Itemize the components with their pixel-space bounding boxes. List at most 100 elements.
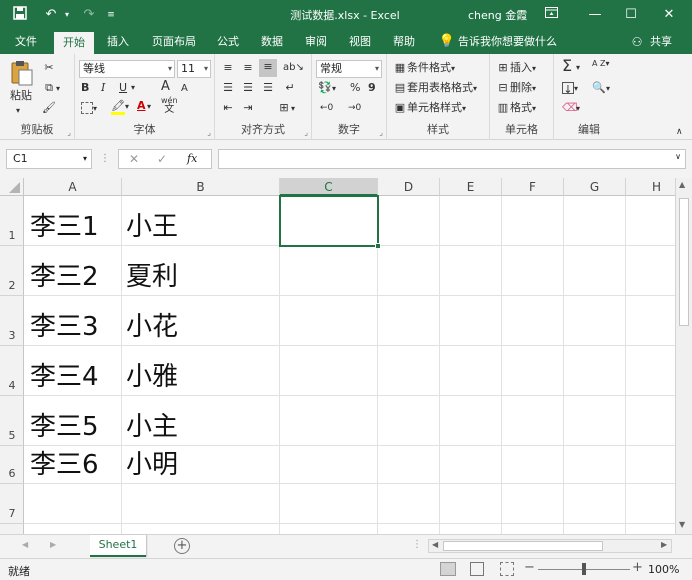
page-layout-view-icon[interactable] xyxy=(470,562,484,576)
merge-center-icon[interactable]: ⊞ ▾ xyxy=(277,100,295,117)
dialog-launcher-icon[interactable]: ⌟ xyxy=(207,128,211,137)
scroll-thumb[interactable] xyxy=(679,198,689,326)
cell-a2[interactable]: 李三2 xyxy=(30,262,99,292)
shrink-font-button[interactable]: A xyxy=(181,81,188,97)
row-header-5[interactable]: 5 xyxy=(0,396,24,446)
grow-font-button[interactable]: A xyxy=(161,79,170,95)
enter-icon[interactable]: ✓ xyxy=(157,152,167,166)
cell-b5[interactable]: 小主 xyxy=(126,412,178,442)
redo-icon[interactable]: ↷ xyxy=(78,6,100,24)
tab-view[interactable]: 视图 xyxy=(342,30,378,54)
column-header-c[interactable]: C xyxy=(280,178,378,196)
tab-data[interactable]: 数据 xyxy=(254,30,290,54)
insert-cells-button[interactable]: ⊞ 插入▾ xyxy=(496,60,536,77)
autosum-dropdown-icon[interactable]: ▾ xyxy=(576,60,580,76)
clear-icon[interactable]: ⌫▾ xyxy=(562,100,580,117)
name-box[interactable]: C1 ▾ xyxy=(6,149,92,169)
collapse-ribbon-icon[interactable]: ∧ xyxy=(676,124,683,140)
cell-a4[interactable]: 李三4 xyxy=(30,362,99,392)
customize-toolbar-icon[interactable]: ≡ xyxy=(104,6,118,24)
tab-file[interactable]: 文件 xyxy=(6,30,46,54)
wrap-orientation-icon[interactable]: ab↘ xyxy=(283,60,304,76)
paste-icon[interactable] xyxy=(10,60,34,86)
scroll-left-icon[interactable]: ◀ xyxy=(432,540,438,549)
user-name[interactable]: cheng 金霞 xyxy=(468,7,527,23)
zoom-slider-thumb[interactable] xyxy=(582,563,586,575)
share-button[interactable]: 共享 xyxy=(646,30,676,54)
scroll-down-icon[interactable]: ▼ xyxy=(679,520,685,529)
cell-a3[interactable]: 李三3 xyxy=(30,312,99,342)
zoom-in-button[interactable]: + xyxy=(632,560,643,575)
select-all-corner[interactable] xyxy=(0,178,24,196)
increase-indent-icon[interactable]: ⇥ xyxy=(241,100,255,116)
font-size-select[interactable]: 11 ▾ xyxy=(177,60,211,78)
phonetic-guide-button[interactable]: wén 文 xyxy=(161,96,178,115)
vertical-scrollbar[interactable]: ▲ ▼ xyxy=(675,178,692,534)
column-header-h[interactable]: H xyxy=(626,178,675,196)
column-header-f[interactable]: F xyxy=(502,178,564,196)
paste-button[interactable]: 粘贴 xyxy=(10,88,32,104)
next-sheet-icon[interactable]: ▶ xyxy=(50,540,56,549)
dialog-launcher-icon[interactable]: ⌟ xyxy=(379,128,383,137)
formula-input[interactable]: ∨ xyxy=(218,149,686,169)
undo-icon[interactable]: ↶ xyxy=(40,6,62,24)
h-scroll-thumb[interactable] xyxy=(443,541,603,551)
page-break-view-icon[interactable] xyxy=(500,562,514,576)
row-header-8[interactable] xyxy=(0,524,24,534)
increase-decimal-icon[interactable]: ←0 xyxy=(320,100,333,116)
cell-a5[interactable]: 李三5 xyxy=(30,412,99,442)
tell-me-search[interactable]: 告诉我你想要做什么 xyxy=(458,30,568,54)
decrease-indent-icon[interactable]: ⇤ xyxy=(221,100,235,116)
cell-a6[interactable]: 李三6 xyxy=(30,450,99,480)
conditional-formatting-button[interactable]: ▦ 条件格式▾ xyxy=(393,60,455,77)
row-header-3[interactable]: 3 xyxy=(0,296,24,346)
row-header-6[interactable]: 6 xyxy=(0,446,24,484)
font-color-button[interactable]: A xyxy=(137,98,146,114)
ribbon-display-icon[interactable] xyxy=(536,4,566,26)
horizontal-scrollbar[interactable]: ◀ ▶ xyxy=(428,539,672,553)
cancel-icon[interactable]: ✕ xyxy=(129,152,139,166)
minimize-icon[interactable]: — xyxy=(580,4,610,26)
format-as-table-button[interactable]: ▤ 套用表格格式▾ xyxy=(393,80,477,97)
cell-styles-button[interactable]: ▣ 单元格样式▾ xyxy=(393,100,466,117)
zoom-level[interactable]: 100% xyxy=(648,563,679,576)
decrease-decimal-icon[interactable]: →0 xyxy=(348,100,361,116)
cut-icon[interactable]: ✂ xyxy=(42,60,56,76)
column-header-b[interactable]: B xyxy=(122,178,280,196)
normal-view-icon[interactable] xyxy=(440,562,456,576)
format-cells-button[interactable]: ▥ 格式▾ xyxy=(496,100,536,117)
scroll-right-icon[interactable]: ▶ xyxy=(661,540,667,549)
tab-home[interactable]: 开始 xyxy=(54,32,94,54)
accounting-format-icon[interactable]: 💱▾ xyxy=(318,80,336,97)
cell-b4[interactable]: 小雅 xyxy=(126,362,178,392)
underline-button[interactable]: U xyxy=(119,80,127,96)
cell-b2[interactable]: 夏利 xyxy=(126,262,178,292)
align-left-icon[interactable]: ☰ xyxy=(221,80,235,96)
font-name-select[interactable]: 等线 ▾ xyxy=(79,60,175,78)
row-header-2[interactable]: 2 xyxy=(0,246,24,296)
autosum-button[interactable]: Σ xyxy=(562,58,572,74)
tab-formulas[interactable]: 公式 xyxy=(210,30,246,54)
wrap-text-icon[interactable]: ↵ xyxy=(283,80,297,96)
save-icon[interactable] xyxy=(10,6,30,24)
format-painter-icon[interactable]: 🖌 xyxy=(42,100,56,116)
sort-filter-button[interactable]: A Z▾ xyxy=(592,60,610,68)
undo-dropdown-icon[interactable]: ▾ xyxy=(62,6,72,24)
bold-button[interactable]: B xyxy=(81,80,89,96)
close-icon[interactable]: ✕ xyxy=(654,4,684,26)
paste-dropdown-icon[interactable]: ▾ xyxy=(16,103,20,119)
cell-b3[interactable]: 小花 xyxy=(126,312,178,342)
font-color-dropdown-icon[interactable]: ▾ xyxy=(147,99,151,115)
fill-handle[interactable] xyxy=(375,243,381,249)
prev-sheet-icon[interactable]: ◀ xyxy=(22,540,28,549)
sheet-tab-sheet1[interactable]: Sheet1 xyxy=(90,535,146,557)
align-right-icon[interactable]: ☰ xyxy=(261,80,275,96)
insert-function-button[interactable]: fx xyxy=(187,152,197,165)
column-header-e[interactable]: E xyxy=(440,178,502,196)
align-center-icon[interactable]: ☰ xyxy=(241,80,255,96)
copy-icon[interactable]: ⧉ ▾ xyxy=(42,80,60,97)
maximize-icon[interactable]: ☐ xyxy=(616,4,646,26)
row-header-7[interactable]: 7 xyxy=(0,484,24,524)
underline-dropdown-icon[interactable]: ▾ xyxy=(131,80,135,96)
column-header-a[interactable]: A xyxy=(24,178,122,196)
